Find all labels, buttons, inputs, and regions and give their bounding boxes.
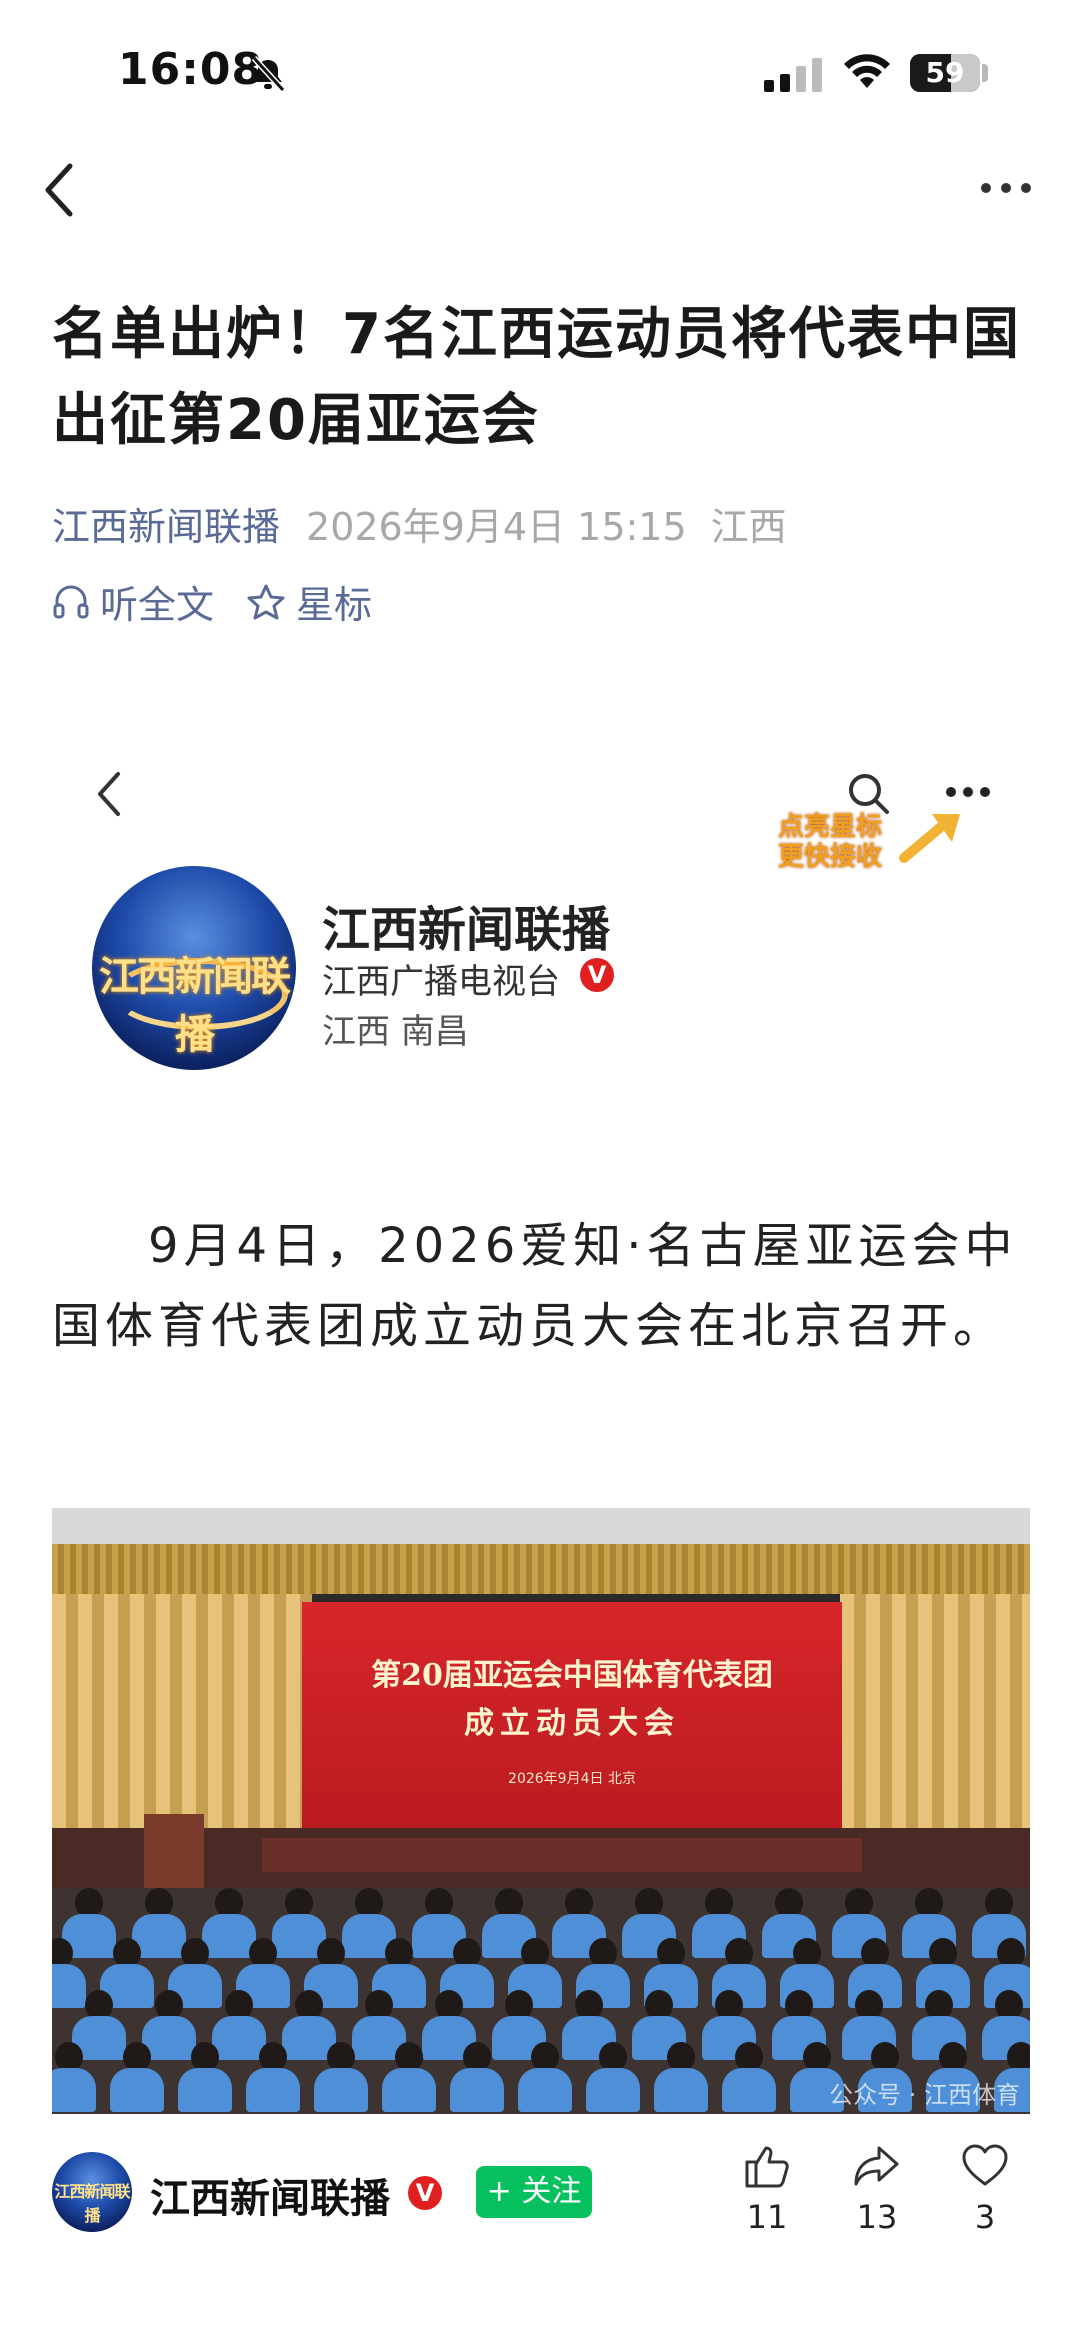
audience-member <box>518 2042 572 2112</box>
banner-line-2: 成立动员大会 <box>464 1706 680 1741</box>
banner-line-1: 第20届亚运会中国体育代表团 <box>371 1658 773 1693</box>
like-count: 11 <box>746 2198 788 2236</box>
card-more-icon <box>946 787 990 797</box>
audience-member <box>722 2042 776 2112</box>
share-stat[interactable]: 13 <box>832 2140 922 2236</box>
source-link[interactable]: 江西新闻联播 <box>52 505 280 549</box>
publish-date: 2026年9月4日 15:15 <box>306 505 687 549</box>
article-paragraph: 9月4日，2026爱知·名古屋亚运会中国体育代表团成立动员大会在北京召开。 <box>52 1218 1018 1354</box>
audience-member <box>450 2042 504 2112</box>
card-account-name: 江西新闻联播 <box>322 902 611 958</box>
headphones-icon <box>53 585 89 618</box>
audience-member <box>382 2042 436 2112</box>
battery-tip <box>982 64 988 82</box>
audience-member <box>314 2042 368 2112</box>
star-promo-text: 点亮星标 更快接收 <box>778 812 883 872</box>
heart-stat[interactable]: 3 <box>940 2140 1030 2236</box>
article-actions: 听全文 星标 <box>52 574 372 629</box>
article-title: 名单出炉！7名江西运动员将代表中国出征第20届亚运会 <box>52 302 1021 453</box>
follow-button[interactable]: + 关注 <box>476 2166 592 2218</box>
battery-icon: 59 <box>910 54 980 92</box>
bottom-verified-badge: V <box>408 2176 442 2210</box>
card-location: 江西 南昌 <box>322 1012 469 1052</box>
audience-member <box>110 2042 164 2112</box>
wifi-icon <box>844 54 890 88</box>
audience-member <box>246 2042 300 2112</box>
more-icon[interactable] <box>980 178 1032 198</box>
verified-badge: V <box>580 958 614 992</box>
star-icon <box>247 584 285 619</box>
heart-count: 3 <box>974 2198 996 2236</box>
back-arrow-icon[interactable] <box>40 160 80 220</box>
like-icon[interactable] <box>741 2140 793 2192</box>
audience-member <box>178 2042 232 2112</box>
heart-icon[interactable] <box>959 2140 1011 2192</box>
star-button[interactable]: 星标 <box>296 574 372 629</box>
article-photo: 第20届亚运会中国体育代表团 成立动员大会 2026年9月4日 北京 公众号 ·… <box>52 1508 1030 2114</box>
search-icon <box>849 774 889 814</box>
article-meta: 江西新闻联播 2026年9月4日 15:15 江西 <box>52 496 787 551</box>
bell-off-icon <box>251 55 286 93</box>
account-logo: 江西新闻联播 <box>92 866 296 1070</box>
audience-member <box>52 2042 96 2112</box>
listen-button[interactable]: 听全文 <box>100 574 214 629</box>
card-organization: 江西广播电视台 <box>322 962 560 1002</box>
audience-member <box>586 2042 640 2112</box>
banner-line-3: 2026年9月4日 北京 <box>508 1771 636 1787</box>
share-icon[interactable] <box>851 2140 903 2192</box>
like-stat[interactable]: 11 <box>722 2140 812 2236</box>
signal-icon <box>764 58 822 92</box>
publish-location: 江西 <box>710 505 787 549</box>
bottom-account-avatar[interactable]: 江西新闻联播 <box>52 2152 132 2232</box>
bottom-account-name[interactable]: 江西新闻联播 <box>150 2166 390 2224</box>
audience-member <box>654 2042 708 2112</box>
promo-arrow-icon <box>899 814 960 863</box>
status-time: 16:08 <box>118 44 264 95</box>
card-back-icon <box>98 772 120 816</box>
share-count: 13 <box>856 2198 898 2236</box>
photo-watermark: 公众号 · 江西体育 <box>829 2081 1020 2109</box>
